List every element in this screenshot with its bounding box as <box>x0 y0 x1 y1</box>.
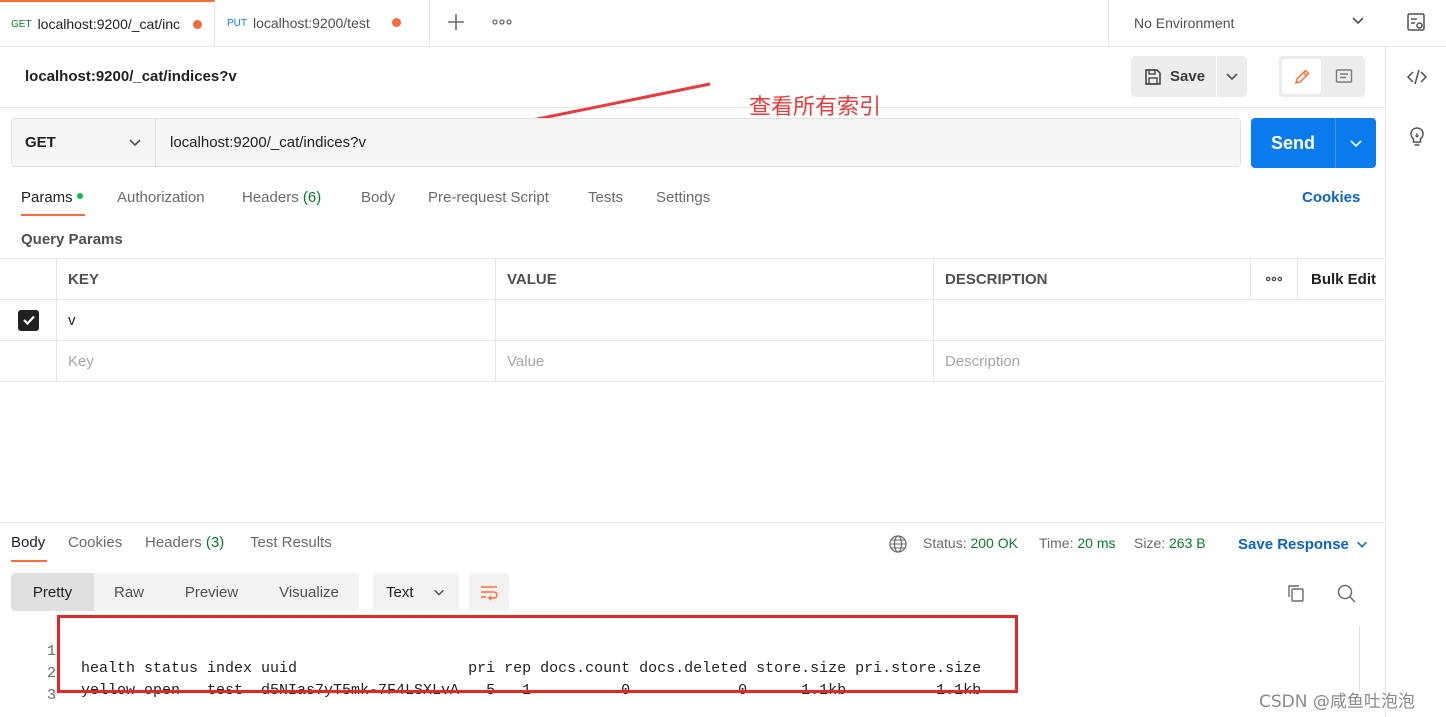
param-key-cell[interactable]: v <box>56 300 496 340</box>
response-status[interactable]: Status: 200 OK <box>923 535 1018 551</box>
format-select[interactable]: Text <box>373 573 459 611</box>
unsaved-dot-icon <box>392 18 401 27</box>
plus-icon[interactable] <box>444 10 468 34</box>
param-description-cell[interactable] <box>933 300 1251 340</box>
code-icon[interactable] <box>1405 65 1429 89</box>
environment-label: No Environment <box>1134 15 1235 31</box>
tab-title: localhost:9200/_cat/inc <box>37 16 180 32</box>
tab-params[interactable]: Params <box>21 189 83 206</box>
request-tab-active[interactable]: GET localhost:9200/_cat/inc <box>0 0 215 46</box>
annotation-text: 查看所有索引 <box>749 95 882 120</box>
response-divider[interactable] <box>0 522 1385 523</box>
url-input[interactable] <box>157 119 1240 166</box>
save-label: Save <box>1170 68 1206 85</box>
chevron-down-icon <box>127 134 143 154</box>
more-horizontal-icon[interactable] <box>490 10 514 34</box>
active-tab-indicator <box>21 214 85 216</box>
param-value-cell[interactable] <box>495 300 934 340</box>
format-label: Text <box>386 583 414 601</box>
column-header-value: VALUE <box>507 270 557 288</box>
query-params-title: Query Params <box>21 231 123 248</box>
method-label: GET <box>25 134 56 151</box>
key-placeholder: Key <box>68 352 94 370</box>
pencil-icon[interactable] <box>1282 59 1321 94</box>
chevron-down-icon <box>432 585 446 603</box>
response-tab-headers[interactable]: Headers (3) <box>145 534 224 551</box>
code-line: 1 health status index uuid pri rep docs.… <box>0 626 981 677</box>
view-mode-group: Pretty Raw Preview Visualize <box>11 573 359 611</box>
cookies-link[interactable]: Cookies <box>1302 189 1360 206</box>
method-select[interactable]: GET <box>12 119 156 166</box>
active-dot-icon <box>76 193 83 200</box>
watermark: CSDN @咸鱼吐泡泡 <box>1259 692 1415 712</box>
tab-title: localhost:9200/test <box>253 15 370 31</box>
column-header-key: KEY <box>68 270 99 288</box>
send-label: Send <box>1271 133 1316 153</box>
chevron-down-icon <box>1355 538 1369 555</box>
table-row: v <box>0 300 1385 341</box>
tab-bar: GET localhost:9200/_cat/inc PUT localhos… <box>0 0 1446 47</box>
active-tab-indicator <box>11 560 47 562</box>
request-tabs: Params Authorization Headers (6) Body Pr… <box>0 186 1385 220</box>
save-response-button[interactable]: Save Response <box>1238 535 1369 553</box>
tab-tests[interactable]: Tests <box>588 189 623 206</box>
lightbulb-icon[interactable] <box>1405 125 1429 149</box>
code-line: 2 yellow open test d5NIas7yT5mk-7F4LSXLv… <box>0 648 981 699</box>
column-header-description: DESCRIPTION <box>945 270 1048 288</box>
response-tab-cookies[interactable]: Cookies <box>68 534 122 551</box>
search-icon[interactable] <box>1335 582 1357 604</box>
view-raw-button[interactable]: Raw <box>94 573 164 611</box>
view-pretty-button[interactable]: Pretty <box>11 573 94 611</box>
environment-quick-look-icon[interactable] <box>1404 10 1428 34</box>
bulk-edit-button[interactable]: Bulk Edit <box>1297 259 1385 299</box>
unsaved-dot-icon <box>193 20 202 29</box>
send-button[interactable]: Send <box>1251 118 1376 168</box>
description-placeholder: Description <box>945 352 1021 370</box>
request-tab[interactable]: PUT localhost:9200/test <box>215 0 430 46</box>
tab-authorization[interactable]: Authorization <box>117 189 205 206</box>
environment-select[interactable]: No Environment <box>1108 0 1388 46</box>
right-sidebar <box>1385 47 1446 717</box>
save-button[interactable]: Save <box>1131 56 1247 97</box>
more-horizontal-icon[interactable] <box>1250 259 1297 299</box>
globe-icon[interactable] <box>888 534 908 554</box>
tab-pre-request-script[interactable]: Pre-request Script <box>428 189 549 206</box>
view-preview-button[interactable]: Preview <box>164 573 259 611</box>
tab-headers[interactable]: Headers (6) <box>242 189 321 206</box>
code-line: 3 <box>0 670 56 704</box>
tab-settings[interactable]: Settings <box>656 189 710 206</box>
response-size[interactable]: Size: 263 B <box>1134 535 1206 551</box>
tab-method: PUT <box>227 17 247 29</box>
param-enabled-checkbox[interactable] <box>18 309 39 331</box>
wrap-lines-icon[interactable] <box>469 573 509 611</box>
value-placeholder: Value <box>507 352 545 370</box>
line-number: 3 <box>46 687 56 704</box>
response-time[interactable]: Time: 20 ms <box>1039 535 1116 551</box>
chevron-down-icon <box>1350 12 1366 31</box>
copy-icon[interactable] <box>1285 582 1307 604</box>
view-visualize-button[interactable]: Visualize <box>259 573 359 611</box>
chevron-down-icon[interactable] <box>1348 135 1364 154</box>
url-bar: GET <box>11 118 1241 167</box>
chevron-down-icon[interactable] <box>1224 68 1240 87</box>
response-tab-test-results[interactable]: Test Results <box>250 534 332 551</box>
highlight-box <box>57 615 1018 693</box>
table-row-new: Key Value Description <box>0 341 1385 382</box>
tab-method: GET <box>11 18 32 30</box>
comment-icon[interactable] <box>1326 59 1362 94</box>
table-header-row: KEY VALUE DESCRIPTION Bulk Edit <box>0 258 1385 300</box>
tab-body[interactable]: Body <box>361 189 395 206</box>
response-tab-body[interactable]: Body <box>11 534 45 551</box>
mode-switch <box>1279 56 1365 97</box>
scrollbar[interactable] <box>1359 626 1360 690</box>
request-title[interactable]: localhost:9200/_cat/indices?v <box>25 68 237 85</box>
save-icon <box>1144 68 1162 86</box>
